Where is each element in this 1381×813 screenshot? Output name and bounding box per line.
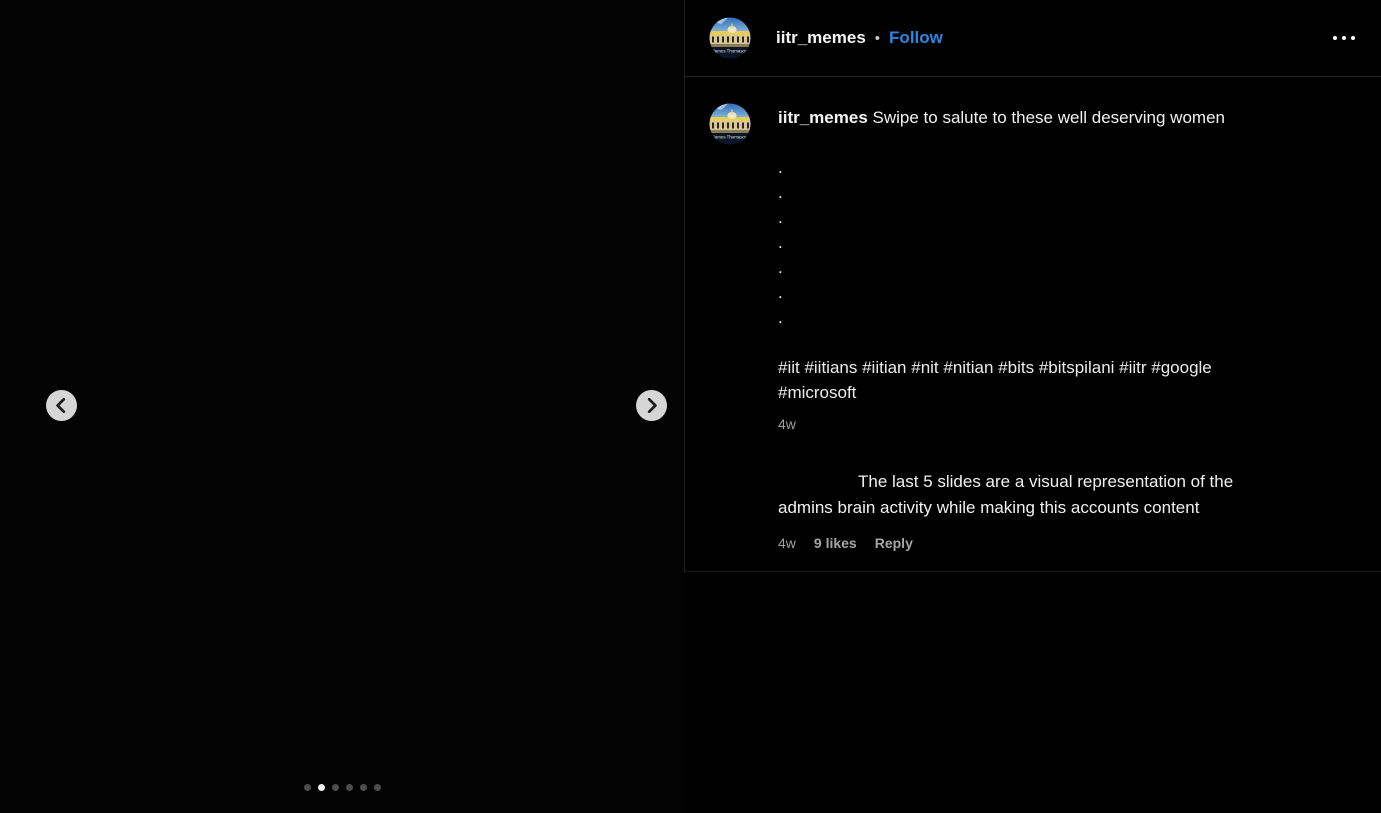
caption-dot-line: .	[778, 230, 1276, 255]
avatar-caption-text: James Thomason	[713, 135, 748, 140]
caption-avatar[interactable]: James Thomason	[709, 103, 751, 145]
caption-text: Swipe to salute to these well deserving …	[873, 108, 1225, 127]
detail-pane-footer-area	[685, 572, 1381, 813]
more-options-icon[interactable]	[1331, 30, 1357, 46]
caption-blank-line	[778, 130, 1276, 155]
carousel-dot	[318, 784, 325, 791]
caption-dot-line: .	[778, 155, 1276, 180]
comment-timestamp: 4w	[778, 535, 796, 552]
post-modal: James Thomason iitr_memes • Follow	[0, 0, 1381, 813]
chevron-left-icon	[46, 390, 77, 421]
avatar-image: James Thomason	[709, 103, 751, 145]
caption-dot-line: .	[778, 180, 1276, 205]
comment-likes[interactable]: 9 likes	[814, 535, 857, 552]
caption-dot-line: .	[778, 305, 1276, 330]
caption-dot-line: .	[778, 205, 1276, 230]
follow-button[interactable]: Follow	[889, 28, 943, 48]
carousel-dots	[0, 784, 684, 791]
avatar-image: James Thomason	[709, 17, 751, 59]
avatar-caption-text: James Thomason	[713, 49, 748, 54]
username-link[interactable]: iitr_memes	[776, 28, 866, 48]
caption-block: James Thomason iitr_memes Swipe to salut…	[709, 103, 1357, 433]
comment-avatar-spacer	[709, 469, 751, 552]
caption-hashtags[interactable]: #iit #iitians #iitian #nit #nitian #bits…	[778, 355, 1276, 405]
caption-blank-line	[778, 330, 1276, 355]
carousel-dot	[346, 784, 353, 791]
comment-block: The last 5 slides are a visual represent…	[709, 469, 1357, 552]
carousel-next-button[interactable]	[636, 390, 667, 421]
carousel-prev-button[interactable]	[46, 390, 77, 421]
caption-timestamp: 4w	[778, 416, 796, 433]
caption-dot-line: .	[778, 280, 1276, 305]
carousel-dot	[332, 784, 339, 791]
profile-avatar[interactable]: James Thomason	[709, 17, 751, 59]
carousel-dot	[304, 784, 311, 791]
comment-reply-button[interactable]: Reply	[875, 535, 913, 552]
post-header: James Thomason iitr_memes • Follow	[685, 0, 1381, 77]
comment-text: The last 5 slides are a visual represent…	[778, 469, 1276, 521]
caption-first-line: iitr_memes Swipe to salute to these well…	[778, 105, 1276, 130]
post-detail-pane: James Thomason iitr_memes • Follow	[685, 0, 1381, 813]
caption-dot-line: .	[778, 255, 1276, 280]
chevron-right-icon	[636, 390, 667, 421]
comments-section: James Thomason iitr_memes Swipe to salut…	[685, 77, 1381, 572]
header-dot-separator: •	[875, 30, 880, 47]
carousel-dot	[360, 784, 367, 791]
carousel-dot	[374, 784, 381, 791]
caption-author[interactable]: iitr_memes	[778, 108, 868, 127]
carousel-media[interactable]	[0, 0, 684, 813]
